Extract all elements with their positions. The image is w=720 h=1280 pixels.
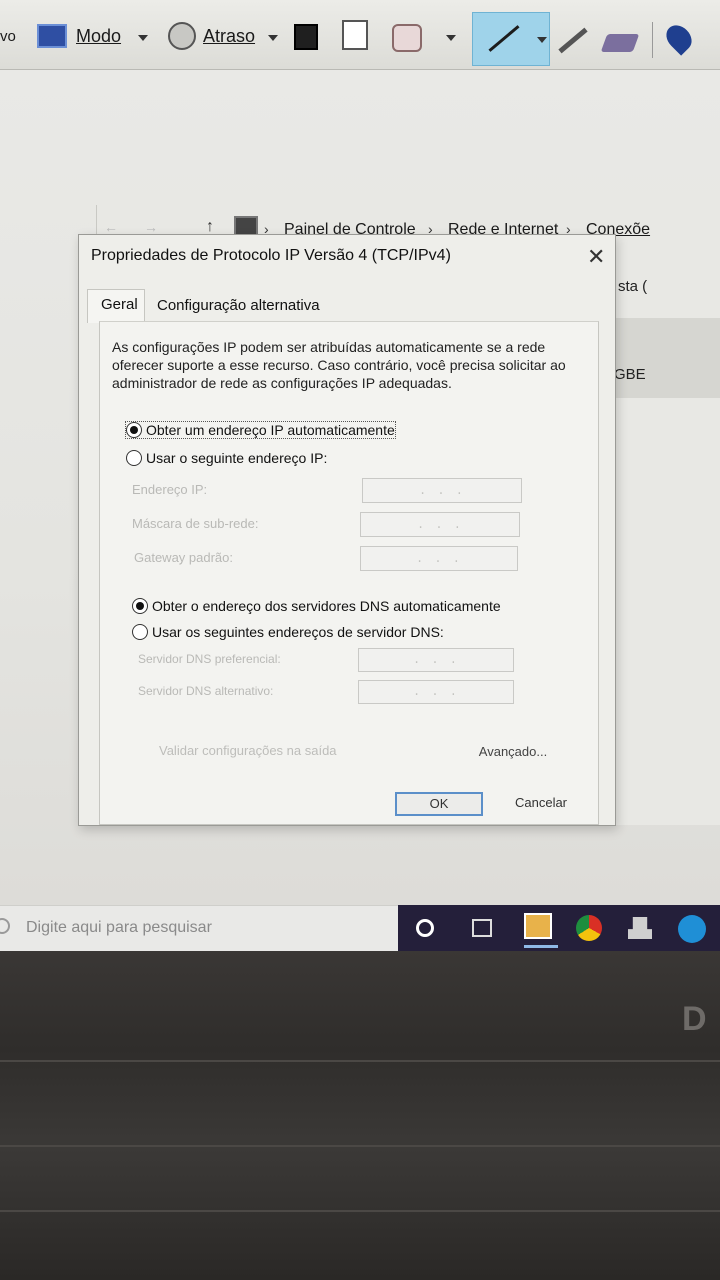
dns-auto-label: Obter o endereço dos servidores DNS auto… bbox=[152, 598, 501, 614]
pen-tool-button[interactable] bbox=[472, 12, 550, 66]
alternate-dns-label: Servidor DNS alternativo: bbox=[138, 684, 274, 698]
preferred-dns-label: Servidor DNS preferencial: bbox=[138, 652, 281, 666]
ip-address-field[interactable]: . . . bbox=[362, 478, 522, 503]
ip-auto-radio[interactable]: Obter um endereço IP automaticamente bbox=[125, 421, 396, 439]
ip-auto-label: Obter um endereço IP automaticamente bbox=[146, 422, 395, 438]
color-picker-icon[interactable] bbox=[661, 20, 697, 56]
default-gateway-field[interactable]: . . . bbox=[360, 546, 518, 571]
adapter-status-text: sta ( bbox=[618, 278, 648, 295]
laptop-bezel bbox=[0, 951, 720, 1280]
send-email-icon[interactable] bbox=[392, 24, 422, 52]
mode-button[interactable]: Modo bbox=[76, 26, 121, 47]
highlighter-icon[interactable] bbox=[558, 27, 588, 54]
search-icon bbox=[0, 918, 10, 934]
subnet-mask-field[interactable]: . . . bbox=[360, 512, 520, 537]
active-app-indicator bbox=[524, 945, 558, 948]
network-icon[interactable] bbox=[628, 917, 652, 939]
ip-manual-radio[interactable]: Usar o seguinte endereço IP: bbox=[126, 450, 327, 466]
ip-manual-label: Usar o seguinte endereço IP: bbox=[146, 450, 328, 466]
taskbar bbox=[398, 905, 720, 951]
recorder-toolbar: vo Modo Atraso bbox=[0, 0, 720, 70]
bezel-edge bbox=[0, 1145, 720, 1147]
default-gateway-label: Gateway padrão: bbox=[134, 550, 234, 565]
adapter-panel bbox=[612, 318, 720, 398]
taskbar-search-box[interactable]: Digite aqui para pesquisar bbox=[0, 905, 398, 951]
task-view-icon[interactable] bbox=[472, 919, 492, 937]
close-icon[interactable]: ✕ bbox=[587, 246, 605, 268]
validate-on-exit-checkbox[interactable]: Validar configurações na saída bbox=[159, 743, 337, 758]
cancel-button[interactable]: Cancelar bbox=[497, 792, 585, 816]
ip-address-label: Endereço IP: bbox=[132, 482, 208, 497]
dns-manual-label: Usar os seguintes endereços de servidor … bbox=[152, 624, 444, 640]
edge-icon[interactable] bbox=[678, 915, 706, 943]
pen-icon bbox=[488, 25, 520, 52]
delay-dropdown-icon[interactable] bbox=[268, 35, 278, 41]
sticky-notes-icon[interactable] bbox=[524, 913, 552, 939]
dialog-title: Propriedades de Protocolo IP Versão 4 (T… bbox=[91, 247, 451, 264]
chrome-icon[interactable] bbox=[576, 915, 602, 941]
tab-geral[interactable]: Geral bbox=[87, 289, 145, 323]
clock-icon[interactable] bbox=[168, 22, 196, 50]
bezel-edge bbox=[0, 1210, 720, 1212]
cortana-icon[interactable] bbox=[416, 919, 434, 937]
back-arrow-icon[interactable]: ← bbox=[104, 219, 118, 235]
send-dropdown-icon[interactable] bbox=[446, 35, 456, 41]
radio-selected-icon bbox=[126, 422, 142, 438]
radio-unselected-icon bbox=[126, 450, 142, 466]
adapter-name-text: GBE bbox=[614, 366, 646, 383]
bezel-edge bbox=[0, 1060, 720, 1062]
control-panel-icon bbox=[234, 216, 258, 236]
forward-arrow-icon[interactable]: → bbox=[144, 219, 158, 235]
laptop-logo: D bbox=[682, 1000, 707, 1038]
eraser-icon[interactable] bbox=[600, 34, 640, 52]
description-text: As configurações IP podem ser atribuídas… bbox=[112, 339, 566, 391]
toolbar-left-fragment: vo bbox=[0, 28, 16, 45]
mode-icon[interactable] bbox=[37, 24, 67, 48]
dns-auto-radio[interactable]: Obter o endereço dos servidores DNS auto… bbox=[132, 598, 501, 614]
subnet-mask-label: Máscara de sub-rede: bbox=[132, 516, 259, 531]
copy-icon[interactable] bbox=[342, 20, 368, 50]
mode-dropdown-icon[interactable] bbox=[138, 35, 148, 41]
dns-manual-radio[interactable]: Usar os seguintes endereços de servidor … bbox=[132, 624, 444, 640]
search-input[interactable]: Digite aqui para pesquisar bbox=[26, 919, 212, 937]
radio-unselected-icon bbox=[132, 624, 148, 640]
tcpip-properties-dialog: Propriedades de Protocolo IP Versão 4 (T… bbox=[78, 234, 616, 826]
ok-button[interactable]: OK bbox=[395, 792, 483, 816]
delay-button[interactable]: Atraso bbox=[203, 26, 255, 47]
alternate-dns-field[interactable]: . . . bbox=[358, 680, 514, 704]
radio-selected-icon bbox=[132, 598, 148, 614]
preferred-dns-field[interactable]: . . . bbox=[358, 648, 514, 672]
save-icon[interactable] bbox=[294, 24, 318, 50]
toolbar-divider bbox=[652, 22, 653, 58]
pen-dropdown-icon[interactable] bbox=[537, 37, 547, 43]
tab-configuracao-alternativa[interactable]: Configuração alternativa bbox=[157, 297, 320, 314]
advanced-button[interactable]: Avançado... bbox=[469, 741, 557, 763]
